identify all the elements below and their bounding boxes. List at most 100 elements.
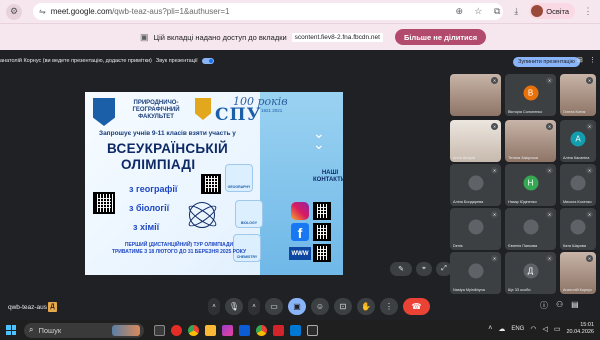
chat-icon[interactable]: ▤ — [571, 300, 579, 311]
biology-card: BIOLOGY — [235, 200, 263, 228]
search-highlight-image — [112, 324, 140, 336]
round-dates-line1: ПЕРШИЙ (ДИСТАНЦІЙНИЙ) ТУР ОЛІМПІАДИ — [124, 242, 234, 248]
participant-tile[interactable]: ✕ Євгенія Панкова — [505, 208, 556, 250]
participant-avatar — [468, 175, 483, 191]
cloud-icon[interactable]: ☁ — [498, 325, 505, 333]
participant-name: Микола Косенко — [563, 200, 592, 204]
participant-tile[interactable]: Н ✕ Назар Юдіненко — [505, 164, 556, 206]
facebook-icon: f — [291, 223, 309, 241]
participant-tile[interactable]: ✕ Олена Котик — [560, 74, 596, 116]
browser-toolbar: ⚙ ⇋ meet.google.com/qwb-teaz-aus?pli=1&a… — [0, 0, 600, 23]
participant-name: Nastya Mylnikhyna — [453, 288, 485, 292]
participant-tile[interactable]: ✕ Анатолій Корнус — [560, 252, 596, 294]
task-view-icon[interactable] — [154, 324, 165, 336]
clock-date: 20.04.2026 — [566, 328, 594, 335]
mic-muted-icon: ✕ — [586, 211, 593, 218]
file-explorer-icon[interactable] — [205, 324, 216, 336]
round-dates-line2: ТРИВАТИМЕ З 18 ЛЮТОГО ДО 31 БЕРЕЗНЯ 2025… — [111, 249, 247, 255]
profile-button[interactable]: Освіта — [529, 3, 575, 19]
app-dark-icon[interactable] — [307, 324, 318, 336]
bookmark-star-icon[interactable]: ☆ — [472, 6, 484, 17]
pin-presentation-icon[interactable]: ⌖ — [416, 262, 432, 276]
more-options-icon[interactable]: ⋮ — [589, 56, 596, 64]
viber-icon[interactable] — [222, 324, 233, 336]
participant-name: Ще 33 особи — [508, 288, 531, 292]
address-bar[interactable]: ⇋ meet.google.com/qwb-teaz-aus?pli=1&aut… — [33, 3, 503, 20]
captions-icon[interactable]: ⊡ — [334, 298, 352, 315]
participant-name: Аліна Касаніна — [563, 156, 590, 160]
battery-icon[interactable]: ▭ — [554, 325, 561, 333]
opera-icon[interactable] — [171, 324, 182, 336]
raise-hand-icon[interactable]: ✋ — [357, 298, 375, 315]
participant-name: Вікторія Солоненко — [508, 110, 543, 114]
geography-card: GEOGRAPHY — [225, 164, 253, 192]
presentation-sound-label: Звук презентації — [155, 58, 198, 64]
input-language[interactable]: ENG — [511, 326, 524, 332]
pin-icon[interactable]: ⊞ — [577, 56, 583, 64]
participant-tile[interactable]: ✕ Denis — [450, 208, 501, 250]
mic-muted-icon: ✕ — [586, 167, 593, 174]
participant-tile[interactable]: ✕ — [450, 74, 501, 116]
mic-options-icon[interactable]: ˄ — [208, 298, 220, 315]
camera-options-icon[interactable]: ˄ — [248, 298, 260, 315]
toolbar-right: ⊕ ☆ ⧉ ⤓ Освіта ⋮ — [453, 3, 594, 19]
app-red-icon[interactable] — [273, 324, 284, 336]
presenter-strip: анатолій Корнус (ви ведете презентацію, … — [0, 58, 214, 64]
participant-avatar — [468, 263, 483, 279]
chrome-icon[interactable] — [188, 324, 199, 336]
chrome-window-icon[interactable] — [256, 324, 267, 336]
volume-icon[interactable]: ◁ — [542, 325, 547, 333]
clock[interactable]: 15:01 20.04.2026 — [566, 322, 594, 336]
zoom-icon[interactable]: ⊕ — [453, 6, 465, 17]
stop-sharing-button[interactable]: Більше не ділитися — [394, 29, 487, 45]
mic-muted-icon: ✕ — [546, 211, 553, 218]
calculator-icon[interactable] — [290, 324, 301, 336]
present-screen-icon[interactable]: ▣ — [288, 298, 306, 315]
people-icon[interactable]: ⚇ — [556, 300, 563, 311]
qr-code-facebook — [313, 223, 331, 241]
participant-tile[interactable]: ✕ Тетяна Закірська — [505, 120, 556, 162]
participant-avatar — [570, 219, 586, 235]
mic-muted-icon: ✕ — [586, 123, 593, 130]
emoji-icon[interactable]: ☺ — [311, 298, 329, 315]
word-icon[interactable] — [239, 324, 250, 336]
participant-tile[interactable]: ✕ Катя Шарова — [560, 208, 596, 250]
lock-icon[interactable]: ⇋ — [39, 7, 46, 16]
stop-presenting-button[interactable]: Зупинити презентацію — [513, 57, 580, 67]
instagram-icon — [291, 202, 309, 220]
participant-tile[interactable]: ✕ Аліна Бондарева — [450, 164, 501, 206]
more-options-icon[interactable]: ⋮ — [380, 298, 398, 315]
participant-tile[interactable]: ✕ Nastya Mylnikhyna — [450, 252, 501, 294]
faculty-shield-logo — [93, 98, 115, 126]
annotate-icon[interactable]: ✎ — [390, 262, 412, 276]
mic-muted-icon: ✕ — [586, 255, 593, 262]
download-icon[interactable]: ⤓ — [510, 6, 522, 17]
extensions-icon[interactable]: ⧉ — [491, 6, 503, 17]
subject-biology: з біології — [129, 203, 170, 213]
participant-tile[interactable]: ✕ Анна Шкарів — [450, 120, 501, 162]
participant-tile[interactable]: В ✕ Вікторія Солоненко — [505, 74, 556, 116]
profile-avatar — [531, 5, 544, 17]
wifi-icon[interactable]: ◠ — [530, 325, 536, 333]
camera-icon[interactable]: ▭ — [265, 298, 283, 315]
microphone-icon[interactable]: 🎙 — [225, 298, 243, 315]
mic-muted-icon: ✕ — [491, 255, 498, 262]
site-info-icon[interactable]: ⚙ — [6, 3, 22, 20]
taskbar-search[interactable]: ⌕ Пошук — [24, 322, 144, 338]
info-icon[interactable]: ⓘ — [540, 300, 548, 311]
participant-tile[interactable]: ✕ Микола Косенко — [560, 164, 596, 206]
profile-name: Освіта — [546, 6, 569, 16]
presentation-sound-toggle[interactable] — [201, 58, 214, 64]
leave-call-icon[interactable]: ☎ — [403, 298, 430, 315]
participant-tile[interactable]: А ✕ Аліна Касаніна — [560, 120, 596, 162]
invite-text: Запрошує учнів 9-11 класів взяти участь … — [99, 130, 236, 137]
participant-tile[interactable]: Д ✕ Ще 33 особи — [505, 252, 556, 294]
meeting-badge: Д — [48, 302, 57, 312]
tray-overflow-icon[interactable]: ˄ — [488, 325, 492, 332]
presentation-slide: ПРИРОДНИЧО-ГЕОГРАФІЧНИЙ ФАКУЛЬТЕТ 100 ро… — [85, 92, 343, 275]
faculty-name: ПРИРОДНИЧО-ГЕОГРАФІЧНИЙ ФАКУЛЬТЕТ — [132, 100, 180, 120]
clock-time: 15:01 — [580, 322, 594, 328]
more-menu-icon[interactable]: ⋮ — [582, 6, 594, 17]
windows-start-icon[interactable] — [6, 325, 16, 335]
mic-muted-icon: ✕ — [491, 77, 498, 84]
